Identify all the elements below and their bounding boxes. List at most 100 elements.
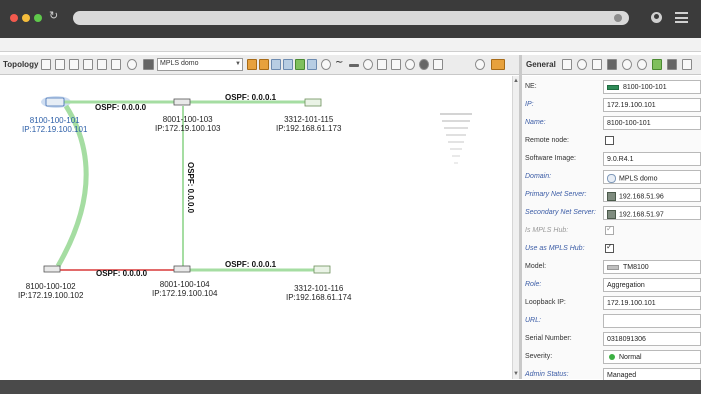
model-field[interactable]: TM8100 [603, 260, 701, 274]
link-label: OSPF: 0.0.0.0 [95, 103, 147, 112]
loopback-ip-field[interactable]: 172.19.100.101 [603, 296, 701, 310]
primary-server-row: Primary Net Server: 192.168.51.96 [522, 186, 701, 204]
layout-icon[interactable] [97, 59, 107, 70]
node-label-103[interactable]: 8001-100-103 IP:172.19.100.103 [155, 115, 220, 133]
router-icon[interactable] [173, 265, 191, 273]
software-image-field[interactable]: 9.0.R4.1 [603, 152, 701, 166]
zoom-icon[interactable] [363, 59, 373, 70]
app-header-strip [0, 38, 701, 52]
node-icon[interactable] [247, 59, 257, 70]
model-row: Model: TM8100 [522, 258, 701, 276]
chevron-down-icon: ▼ [235, 61, 241, 67]
node-label-116[interactable]: 3312-101-116 IP:192.168.61.174 [286, 284, 351, 302]
zoom-out-icon[interactable] [391, 59, 401, 70]
refresh-icon[interactable] [622, 59, 632, 70]
loopback-row: Loopback IP: 172.19.100.101 [522, 294, 701, 312]
link-label: OSPF: 0.0.0.1 [225, 260, 277, 269]
severity-field[interactable]: Normal [603, 350, 701, 364]
ip-field[interactable]: 172.19.100.101 [603, 98, 701, 112]
expand-icon[interactable] [83, 59, 93, 70]
page-icon[interactable] [562, 59, 572, 70]
serial-number-field[interactable]: 0318091306 [603, 332, 701, 346]
status-bar [0, 380, 701, 394]
serial-row: Serial Number: 0318091306 [522, 330, 701, 348]
status-ok-icon [609, 354, 615, 361]
link-label: OSPF: 0.0.0.0 [96, 269, 148, 278]
more-icon[interactable] [682, 59, 692, 70]
reload-icon[interactable]: ↻ [49, 9, 58, 22]
network-icon[interactable] [307, 59, 317, 70]
switch-icon[interactable] [304, 98, 322, 107]
switch-icon[interactable] [271, 59, 281, 70]
general-title: General [526, 60, 556, 69]
general-toolbar: General [522, 55, 701, 75]
topology-toolbar: Topology MPLS domo ▼ ∼ [0, 55, 519, 75]
cloud-icon [607, 174, 616, 183]
cloud-icon[interactable] [283, 59, 293, 70]
cloud-icon[interactable] [637, 59, 647, 70]
settings-icon[interactable] [667, 59, 677, 70]
users-icon[interactable] [652, 59, 662, 70]
remote-node-checkbox[interactable] [605, 136, 614, 145]
switch-icon[interactable] [313, 265, 331, 274]
node-label-102[interactable]: 8100-100-102 IP:172.19.100.102 [18, 282, 83, 300]
user-profile-icon[interactable] [651, 12, 662, 23]
node-label-104[interactable]: 8001-100-104 IP:172.19.100.104 [152, 280, 217, 298]
ne-row: NE: 8100-100-101 [522, 78, 701, 96]
grid-icon[interactable] [111, 59, 121, 70]
chat-icon[interactable] [475, 59, 485, 70]
search-icon[interactable] [321, 59, 331, 70]
minus-icon[interactable] [349, 64, 359, 67]
export-icon[interactable] [491, 59, 505, 70]
node-label-101[interactable]: 8100-100-101 IP:172.19.100.101 [22, 116, 87, 134]
is-hub-row: Is MPLS Hub: [522, 222, 701, 240]
save-icon[interactable] [592, 59, 602, 70]
is-mpls-hub-checkbox [605, 224, 614, 235]
name-row: Name: 8100-100-101 [522, 114, 701, 132]
device-icon [607, 264, 619, 270]
tree-icon[interactable] [69, 59, 79, 70]
topology-canvas[interactable]: 8100-100-101 IP:172.19.100.101 8001-100-… [0, 76, 512, 379]
minimize-window-button[interactable] [22, 14, 30, 22]
maximize-window-button[interactable] [34, 14, 42, 22]
router-icon[interactable] [43, 265, 61, 273]
hamburger-menu-icon[interactable] [675, 12, 688, 23]
monitor-icon[interactable] [577, 59, 587, 70]
page-icon[interactable] [41, 59, 51, 70]
wave-icon[interactable]: ∼ [335, 57, 345, 68]
save-icon[interactable] [55, 59, 65, 70]
link-label: OSPF: 0.0.0.1 [225, 93, 277, 102]
primary-server-field[interactable]: 192.168.51.96 [603, 188, 701, 202]
role-field[interactable]: Aggregation [603, 278, 701, 292]
name-field[interactable]: 8100-100-101 [603, 116, 701, 130]
use-hub-row: Use as MPLS Hub: [522, 240, 701, 258]
router-icon[interactable] [259, 59, 269, 70]
close-window-button[interactable] [10, 14, 18, 22]
qr-icon[interactable] [433, 59, 443, 70]
url-row: URL: [522, 312, 701, 330]
gear-icon[interactable] [419, 59, 429, 70]
map-icon[interactable] [295, 59, 305, 70]
url-field[interactable] [603, 314, 701, 328]
properties-panel: NE: 8100-100-101 IP: 172.19.100.101 Name… [522, 76, 701, 382]
zoom-slider[interactable] [440, 113, 472, 164]
bookmark-icon[interactable] [614, 14, 622, 22]
ne-field[interactable]: 8100-100-101 [603, 80, 701, 94]
address-bar[interactable] [73, 11, 629, 25]
node-label-115[interactable]: 3312-101-115 IP:192.168.61.173 [276, 115, 341, 133]
router-icon[interactable] [173, 98, 191, 106]
ip-row: IP: 172.19.100.101 [522, 96, 701, 114]
domain-field[interactable]: MPLS domo [603, 170, 701, 184]
router-icon[interactable] [45, 97, 65, 107]
domain-row: Domain: MPLS domo [522, 168, 701, 186]
canvas-scrollbar[interactable]: ▲ ▼ [512, 76, 519, 379]
table-icon[interactable] [607, 59, 617, 70]
filter-icon[interactable] [143, 59, 154, 70]
domain-select[interactable]: MPLS domo ▼ [157, 58, 243, 71]
link-label: OSPF: 0.0.0.0 [186, 162, 195, 214]
use-as-mpls-hub-checkbox[interactable] [605, 242, 614, 253]
link-icon[interactable] [127, 59, 137, 70]
fit-icon[interactable] [377, 59, 387, 70]
users-icon[interactable] [405, 59, 415, 70]
secondary-server-field[interactable]: 192.168.51.97 [603, 206, 701, 220]
